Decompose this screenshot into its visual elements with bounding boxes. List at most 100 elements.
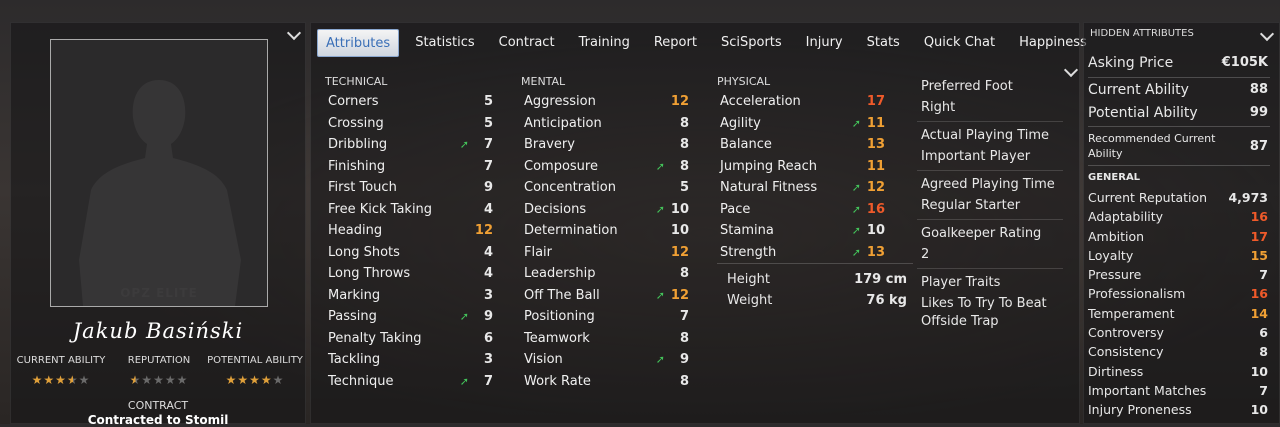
hidden-attribute-value: 6 — [1259, 325, 1268, 341]
chevron-down-icon[interactable] — [1063, 62, 1079, 78]
attribute-row-teamwork[interactable]: Teamwork 8 — [515, 328, 695, 350]
tab-training[interactable]: Training — [567, 29, 642, 57]
attribute-row-concentration[interactable]: Concentration 5 — [515, 177, 695, 199]
playing-time-value: Important Player — [921, 149, 1031, 164]
hidden-attribute-row-consistency: Consistency 8 — [1088, 342, 1268, 361]
hidden-attribute-name: Professionalism — [1088, 286, 1186, 302]
attribute-row-bravery[interactable]: Bravery 8 — [515, 134, 695, 156]
attribute-row-finishing[interactable]: Finishing 7 — [319, 156, 499, 178]
height-row: Height 179 cm — [717, 269, 907, 290]
attribute-row-work-rate[interactable]: Work Rate 8 — [515, 371, 695, 393]
attribute-name: Flair — [524, 244, 553, 260]
hidden-attribute-name: Important Matches — [1088, 382, 1207, 398]
tab-contract[interactable]: Contract — [487, 29, 567, 57]
attribute-row-marking[interactable]: Marking 3 — [319, 285, 499, 307]
hidden-attribute-value: 14 — [1250, 305, 1268, 321]
attribute-name: Teamwork — [524, 330, 590, 346]
hidden-attribute-name: Dirtiness — [1088, 363, 1144, 379]
recommended-ability-value: 87 — [1249, 138, 1268, 154]
hidden-attribute-value: 7 — [1259, 382, 1268, 398]
player-profile-panel: OPZ ELITE Jakub Basiński CURRENT ABILITY… — [10, 22, 306, 427]
attribute-row-balance[interactable]: Balance 13 — [711, 134, 891, 156]
improving-arrow-icon: ➚ — [655, 353, 665, 366]
attribute-row-determination[interactable]: Determination 10 — [515, 220, 695, 242]
chevron-down-icon[interactable] — [1259, 26, 1275, 42]
divider — [717, 263, 913, 264]
attribute-row-first-touch[interactable]: First Touch 9 — [319, 177, 499, 199]
attribute-value: 8 — [679, 266, 689, 281]
attribute-row-passing[interactable]: Passing ➚ 9 — [319, 306, 499, 328]
attribute-name: Aggression — [524, 94, 596, 109]
attribute-row-vision[interactable]: Vision ➚ 9 — [515, 349, 695, 371]
attribute-row-free-kick-taking[interactable]: Free Kick Taking 4 — [319, 199, 499, 221]
attribute-row-long-shots[interactable]: Long Shots 4 — [319, 242, 499, 264]
attribute-row-long-throws[interactable]: Long Throws 4 — [319, 263, 499, 285]
attribute-row-crossing[interactable]: Crossing 5 — [319, 113, 499, 135]
hidden-attribute-name: Adaptability — [1088, 209, 1164, 225]
attribute-name: Determination — [524, 223, 618, 238]
attribute-row-natural-fitness[interactable]: Natural Fitness ➚ 12 — [711, 177, 891, 199]
divider — [1088, 165, 1270, 166]
attribute-row-stamina[interactable]: Stamina ➚ 10 — [711, 220, 891, 242]
attribute-name: Composure — [524, 158, 598, 174]
reputation-rating: REPUTATION ★★★★★ — [109, 355, 209, 387]
attribute-value: 10 — [670, 223, 689, 238]
tab-statistics[interactable]: Statistics — [403, 29, 486, 57]
attribute-row-composure[interactable]: Composure ➚ 8 — [515, 156, 695, 178]
attribute-name: Acceleration — [720, 94, 801, 109]
attribute-row-jumping-reach[interactable]: Jumping Reach 11 — [711, 156, 891, 178]
attribute-row-off-the-ball[interactable]: Off The Ball ➚ 12 — [515, 285, 695, 307]
asking-price-value: €105K — [1221, 55, 1268, 70]
attribute-row-agility[interactable]: Agility ➚ 11 — [711, 113, 891, 135]
reputation-stars: ★★★★★ — [109, 373, 209, 387]
tab-report[interactable]: Report — [642, 29, 709, 57]
traits-label: Player Traits — [921, 275, 1001, 290]
hidden-attribute-row-important-matches: Important Matches 7 — [1088, 381, 1268, 400]
trait-item[interactable]: Likes To Try To Beat Offside Trap — [921, 295, 1063, 331]
attribute-row-penalty-taking[interactable]: Penalty Taking 6 — [319, 328, 499, 350]
improving-arrow-icon: ➚ — [851, 245, 861, 259]
attribute-row-positioning[interactable]: Positioning 7 — [515, 306, 695, 328]
profile-tabs: Attributes Statistics Contract Training Repo… — [317, 29, 1099, 57]
attribute-row-leadership[interactable]: Leadership 8 — [515, 263, 695, 285]
attribute-name: Leadership — [524, 266, 596, 281]
attribute-row-aggression[interactable]: Aggression 12 — [515, 91, 695, 113]
attribute-row-strength[interactable]: Strength ➚ 13 — [711, 242, 891, 264]
attribute-row-heading[interactable]: Heading 12 — [319, 220, 499, 242]
mental-column: MENTAL Aggression 12 Anticipation 8 Bravery 8… — [515, 73, 695, 392]
attribute-name: Corners — [328, 94, 379, 109]
attribute-row-corners[interactable]: Corners 5 — [319, 91, 499, 113]
improving-arrow-icon: ➚ — [851, 181, 861, 194]
attribute-row-tackling[interactable]: Tackling 3 — [319, 349, 499, 371]
attribute-row-flair[interactable]: Flair 12 — [515, 242, 695, 264]
star-empty-icon: ★ — [153, 373, 165, 387]
attributes-panel: Attributes Statistics Contract Training Repo… — [310, 22, 1087, 424]
attribute-value: 3 — [483, 287, 493, 303]
attribute-row-decisions[interactable]: Decisions ➚ 10 — [515, 199, 695, 221]
potential-ability-label: Potential Ability — [1088, 105, 1198, 121]
preferred-foot-label: Preferred Foot — [921, 79, 1013, 94]
improving-arrow-icon: ➚ — [851, 224, 861, 237]
tab-injury[interactable]: Injury — [794, 29, 855, 57]
attribute-name: Free Kick Taking — [328, 201, 433, 217]
attribute-name: Vision — [524, 352, 563, 367]
attribute-row-acceleration[interactable]: Acceleration 17 — [711, 91, 891, 113]
tab-attributes[interactable]: Attributes — [317, 29, 400, 57]
tab-quick-chat[interactable]: Quick Chat — [912, 29, 1007, 57]
tab-stats[interactable]: Stats — [855, 29, 912, 57]
chevron-down-icon[interactable] — [286, 25, 302, 41]
agreed-time-block: Agreed Playing Time Regular Starter — [917, 171, 1063, 220]
attribute-row-dribbling[interactable]: Dribbling ➚ 7 — [319, 134, 499, 156]
improving-arrow-icon: ➚ — [851, 116, 861, 130]
hidden-attribute-value: 16 — [1250, 209, 1268, 225]
attribute-row-pace[interactable]: Pace ➚ 16 — [711, 199, 891, 221]
hidden-attribute-row-current-reputation: Current Reputation 4,973 — [1088, 188, 1268, 207]
contract-status[interactable]: Contracted to Stomil — [11, 413, 305, 427]
tab-scisports[interactable]: SciSports — [709, 29, 794, 57]
attribute-row-anticipation[interactable]: Anticipation 8 — [515, 113, 695, 135]
star-empty-icon: ★ — [141, 373, 154, 387]
attribute-value: 5 — [483, 115, 493, 131]
contract-label: CONTRACT — [127, 399, 189, 412]
height-value: 179 cm — [854, 272, 907, 287]
attribute-row-technique[interactable]: Technique ➚ 7 — [319, 371, 499, 393]
